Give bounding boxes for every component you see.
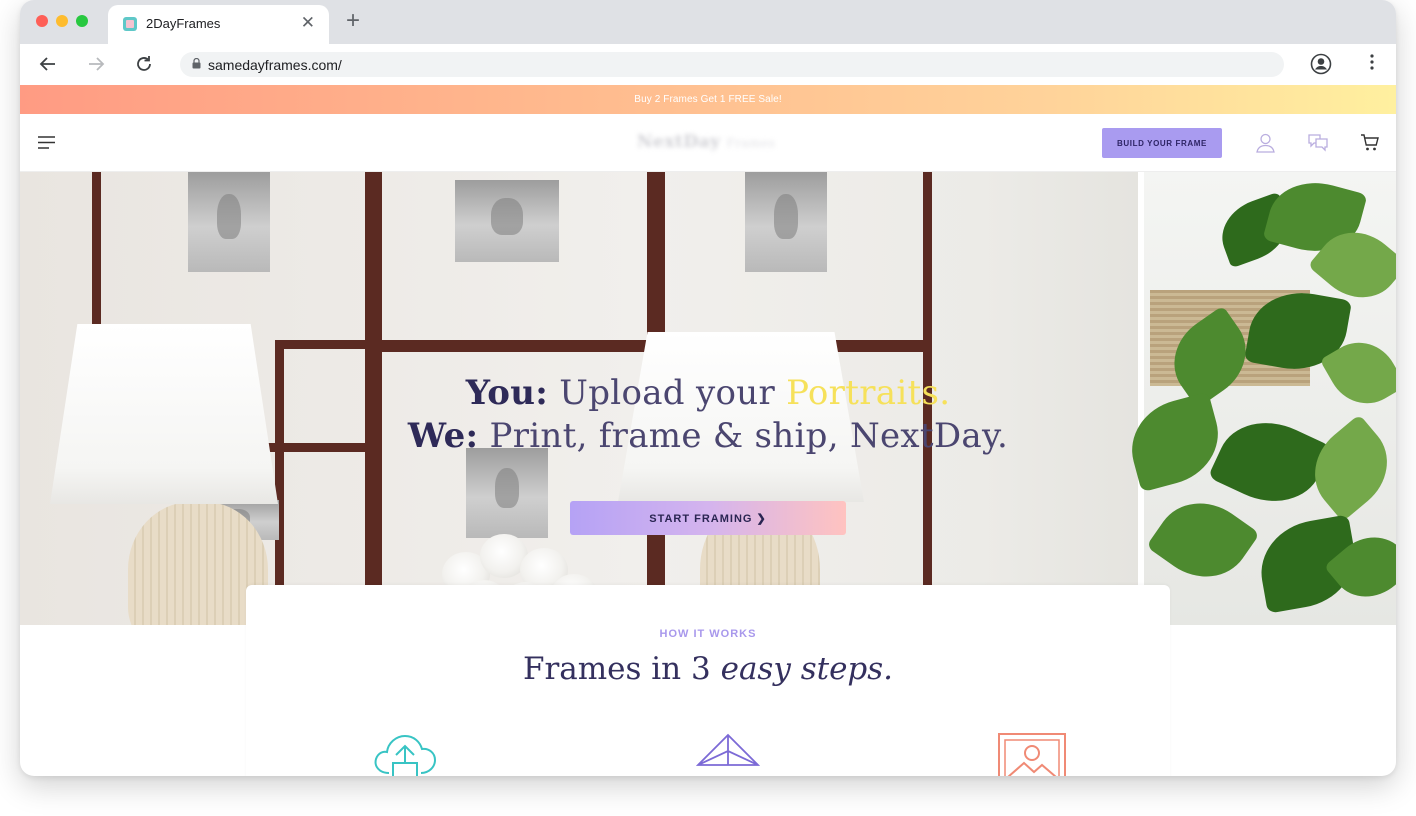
- hero-line-1: You: Upload your Portraits.: [20, 372, 1396, 415]
- hero-line-1-highlight: Portraits.: [786, 373, 951, 413]
- hero-section: You: Upload your Portraits. We: Print, f…: [20, 172, 1396, 625]
- reload-button[interactable]: [131, 51, 157, 77]
- how-it-works-card: HOW IT WORKS Frames in 3 easy steps.: [246, 585, 1170, 776]
- browser-window: 2DayFrames ✕ + samedayframes.com/ Buy 2 …: [20, 0, 1396, 776]
- hero-line-2: We: Print, frame & ship, NextDay.: [20, 415, 1396, 458]
- forward-button[interactable]: [83, 51, 109, 77]
- how-title-plain: Frames in 3: [522, 651, 711, 687]
- maximize-window-button[interactable]: [76, 15, 88, 27]
- back-button[interactable]: [35, 51, 61, 77]
- cart-icon[interactable]: [1360, 133, 1379, 157]
- address-bar[interactable]: samedayframes.com/: [180, 52, 1284, 77]
- site-header: NextDay Frames BUILD YOUR FRAME: [20, 114, 1396, 172]
- new-tab-button[interactable]: +: [346, 9, 360, 33]
- how-it-works-label: HOW IT WORKS: [659, 628, 757, 640]
- portrait-photo: [455, 180, 559, 262]
- logo-main: NextDay: [637, 132, 721, 152]
- hero-line-2-text: Print, frame & ship, NextDay.: [489, 416, 1009, 456]
- close-tab-icon[interactable]: ✕: [301, 14, 315, 31]
- forward-arrow-icon: [89, 57, 105, 71]
- build-your-frame-button[interactable]: BUILD YOUR FRAME: [1102, 128, 1222, 158]
- how-title-italic: easy steps.: [720, 651, 894, 687]
- hero-line-1-bold: You:: [465, 373, 549, 413]
- favicon-icon: [123, 17, 137, 31]
- close-window-button[interactable]: [36, 15, 48, 27]
- paper-plane-icon: [695, 733, 761, 772]
- cloud-upload-icon: [371, 733, 439, 776]
- menu-icon[interactable]: [38, 136, 55, 154]
- hero-line-2-bold: We:: [407, 416, 479, 456]
- hero-headline: You: Upload your Portraits. We: Print, f…: [20, 372, 1396, 458]
- hero-line-1-text: Upload your: [559, 373, 775, 413]
- start-framing-button[interactable]: START FRAMING ❯: [570, 501, 846, 535]
- minimize-window-button[interactable]: [56, 15, 68, 27]
- chat-icon[interactable]: [1308, 133, 1328, 157]
- user-icon[interactable]: [1256, 133, 1275, 158]
- portrait-photo: [745, 172, 827, 272]
- how-it-works-title: Frames in 3 easy steps.: [246, 651, 1170, 687]
- portrait-photo: [188, 172, 270, 272]
- lock-icon: [192, 58, 201, 69]
- tab-title: 2DayFrames: [146, 16, 221, 31]
- profile-icon[interactable]: [1310, 53, 1332, 80]
- promo-text: Buy 2 Frames Get 1 FREE Sale!: [634, 94, 782, 105]
- browser-toolbar: samedayframes.com/: [20, 44, 1396, 85]
- browser-menu-icon[interactable]: [1370, 53, 1374, 76]
- logo-sub: Frames: [726, 136, 776, 150]
- site-logo[interactable]: NextDay Frames: [637, 132, 775, 152]
- url-text: samedayframes.com/: [208, 57, 342, 73]
- tab-strip: 2DayFrames ✕ +: [20, 0, 1396, 44]
- browser-tab[interactable]: 2DayFrames ✕: [108, 5, 329, 44]
- promo-banner[interactable]: Buy 2 Frames Get 1 FREE Sale!: [20, 85, 1396, 114]
- framed-photo-icon: [998, 733, 1066, 776]
- reload-icon: [137, 56, 151, 71]
- back-arrow-icon: [39, 57, 55, 71]
